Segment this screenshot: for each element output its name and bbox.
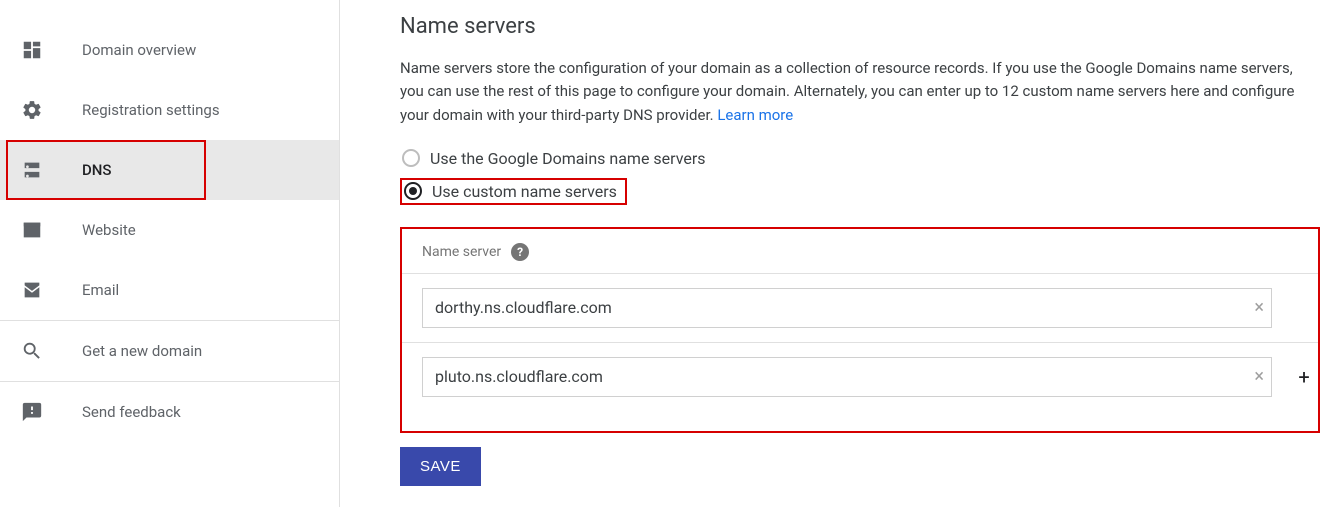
sidebar-item-dns[interactable]: DNS <box>0 140 339 200</box>
learn-more-link[interactable]: Learn more <box>717 106 793 124</box>
sidebar-item-registration-settings[interactable]: Registration settings <box>0 80 339 140</box>
sidebar-item-label: Registration settings <box>82 101 220 119</box>
radio-label: Use custom name servers <box>432 182 617 201</box>
sidebar-item-send-feedback[interactable]: Send feedback <box>0 382 339 442</box>
clear-icon[interactable]: × <box>1254 368 1264 386</box>
sidebar-item-email[interactable]: Email <box>0 260 339 320</box>
name-server-label: Name server <box>422 244 501 260</box>
name-server-input-2[interactable] <box>422 357 1272 397</box>
sidebar-item-label: Email <box>82 281 119 299</box>
radio-icon-checked <box>404 182 422 200</box>
clear-icon[interactable]: × <box>1254 299 1264 317</box>
gear-icon <box>20 98 44 122</box>
name-server-row: × <box>402 273 1318 342</box>
radio-label: Use the Google Domains name servers <box>430 149 706 168</box>
description: Name servers store the configuration of … <box>400 57 1303 127</box>
help-icon[interactable]: ? <box>511 243 529 261</box>
name-server-panel: Name server ? × × + <box>400 227 1320 433</box>
sidebar-item-label: Domain overview <box>82 41 196 59</box>
sidebar-item-label: DNS <box>82 161 112 179</box>
email-icon <box>20 278 44 302</box>
radio-use-custom-ns[interactable]: Use custom name servers <box>400 178 627 205</box>
sidebar-item-domain-overview[interactable]: Domain overview <box>0 20 339 80</box>
sidebar-item-label: Send feedback <box>82 403 181 421</box>
name-server-row: × + <box>402 342 1318 411</box>
name-server-header: Name server ? <box>402 243 1318 273</box>
radio-use-google-ns[interactable]: Use the Google Domains name servers <box>400 147 714 170</box>
sidebar-item-label: Get a new domain <box>82 342 202 360</box>
save-button[interactable]: SAVE <box>400 447 481 486</box>
sidebar-item-website[interactable]: Website <box>0 200 339 260</box>
sidebar-item-label: Website <box>82 221 136 239</box>
sidebar: Domain overview Registration settings DN… <box>0 0 340 507</box>
page-heading: Name servers <box>400 14 1303 39</box>
dashboard-icon <box>20 38 44 62</box>
feedback-icon <box>20 400 44 424</box>
radio-icon <box>402 149 420 167</box>
main-content: Name servers Name servers store the conf… <box>340 0 1333 507</box>
sidebar-item-get-new-domain[interactable]: Get a new domain <box>0 321 339 381</box>
website-icon <box>20 218 44 242</box>
add-name-server-button[interactable]: + <box>1292 365 1316 389</box>
name-server-input-1[interactable] <box>422 288 1272 328</box>
search-icon <box>20 339 44 363</box>
